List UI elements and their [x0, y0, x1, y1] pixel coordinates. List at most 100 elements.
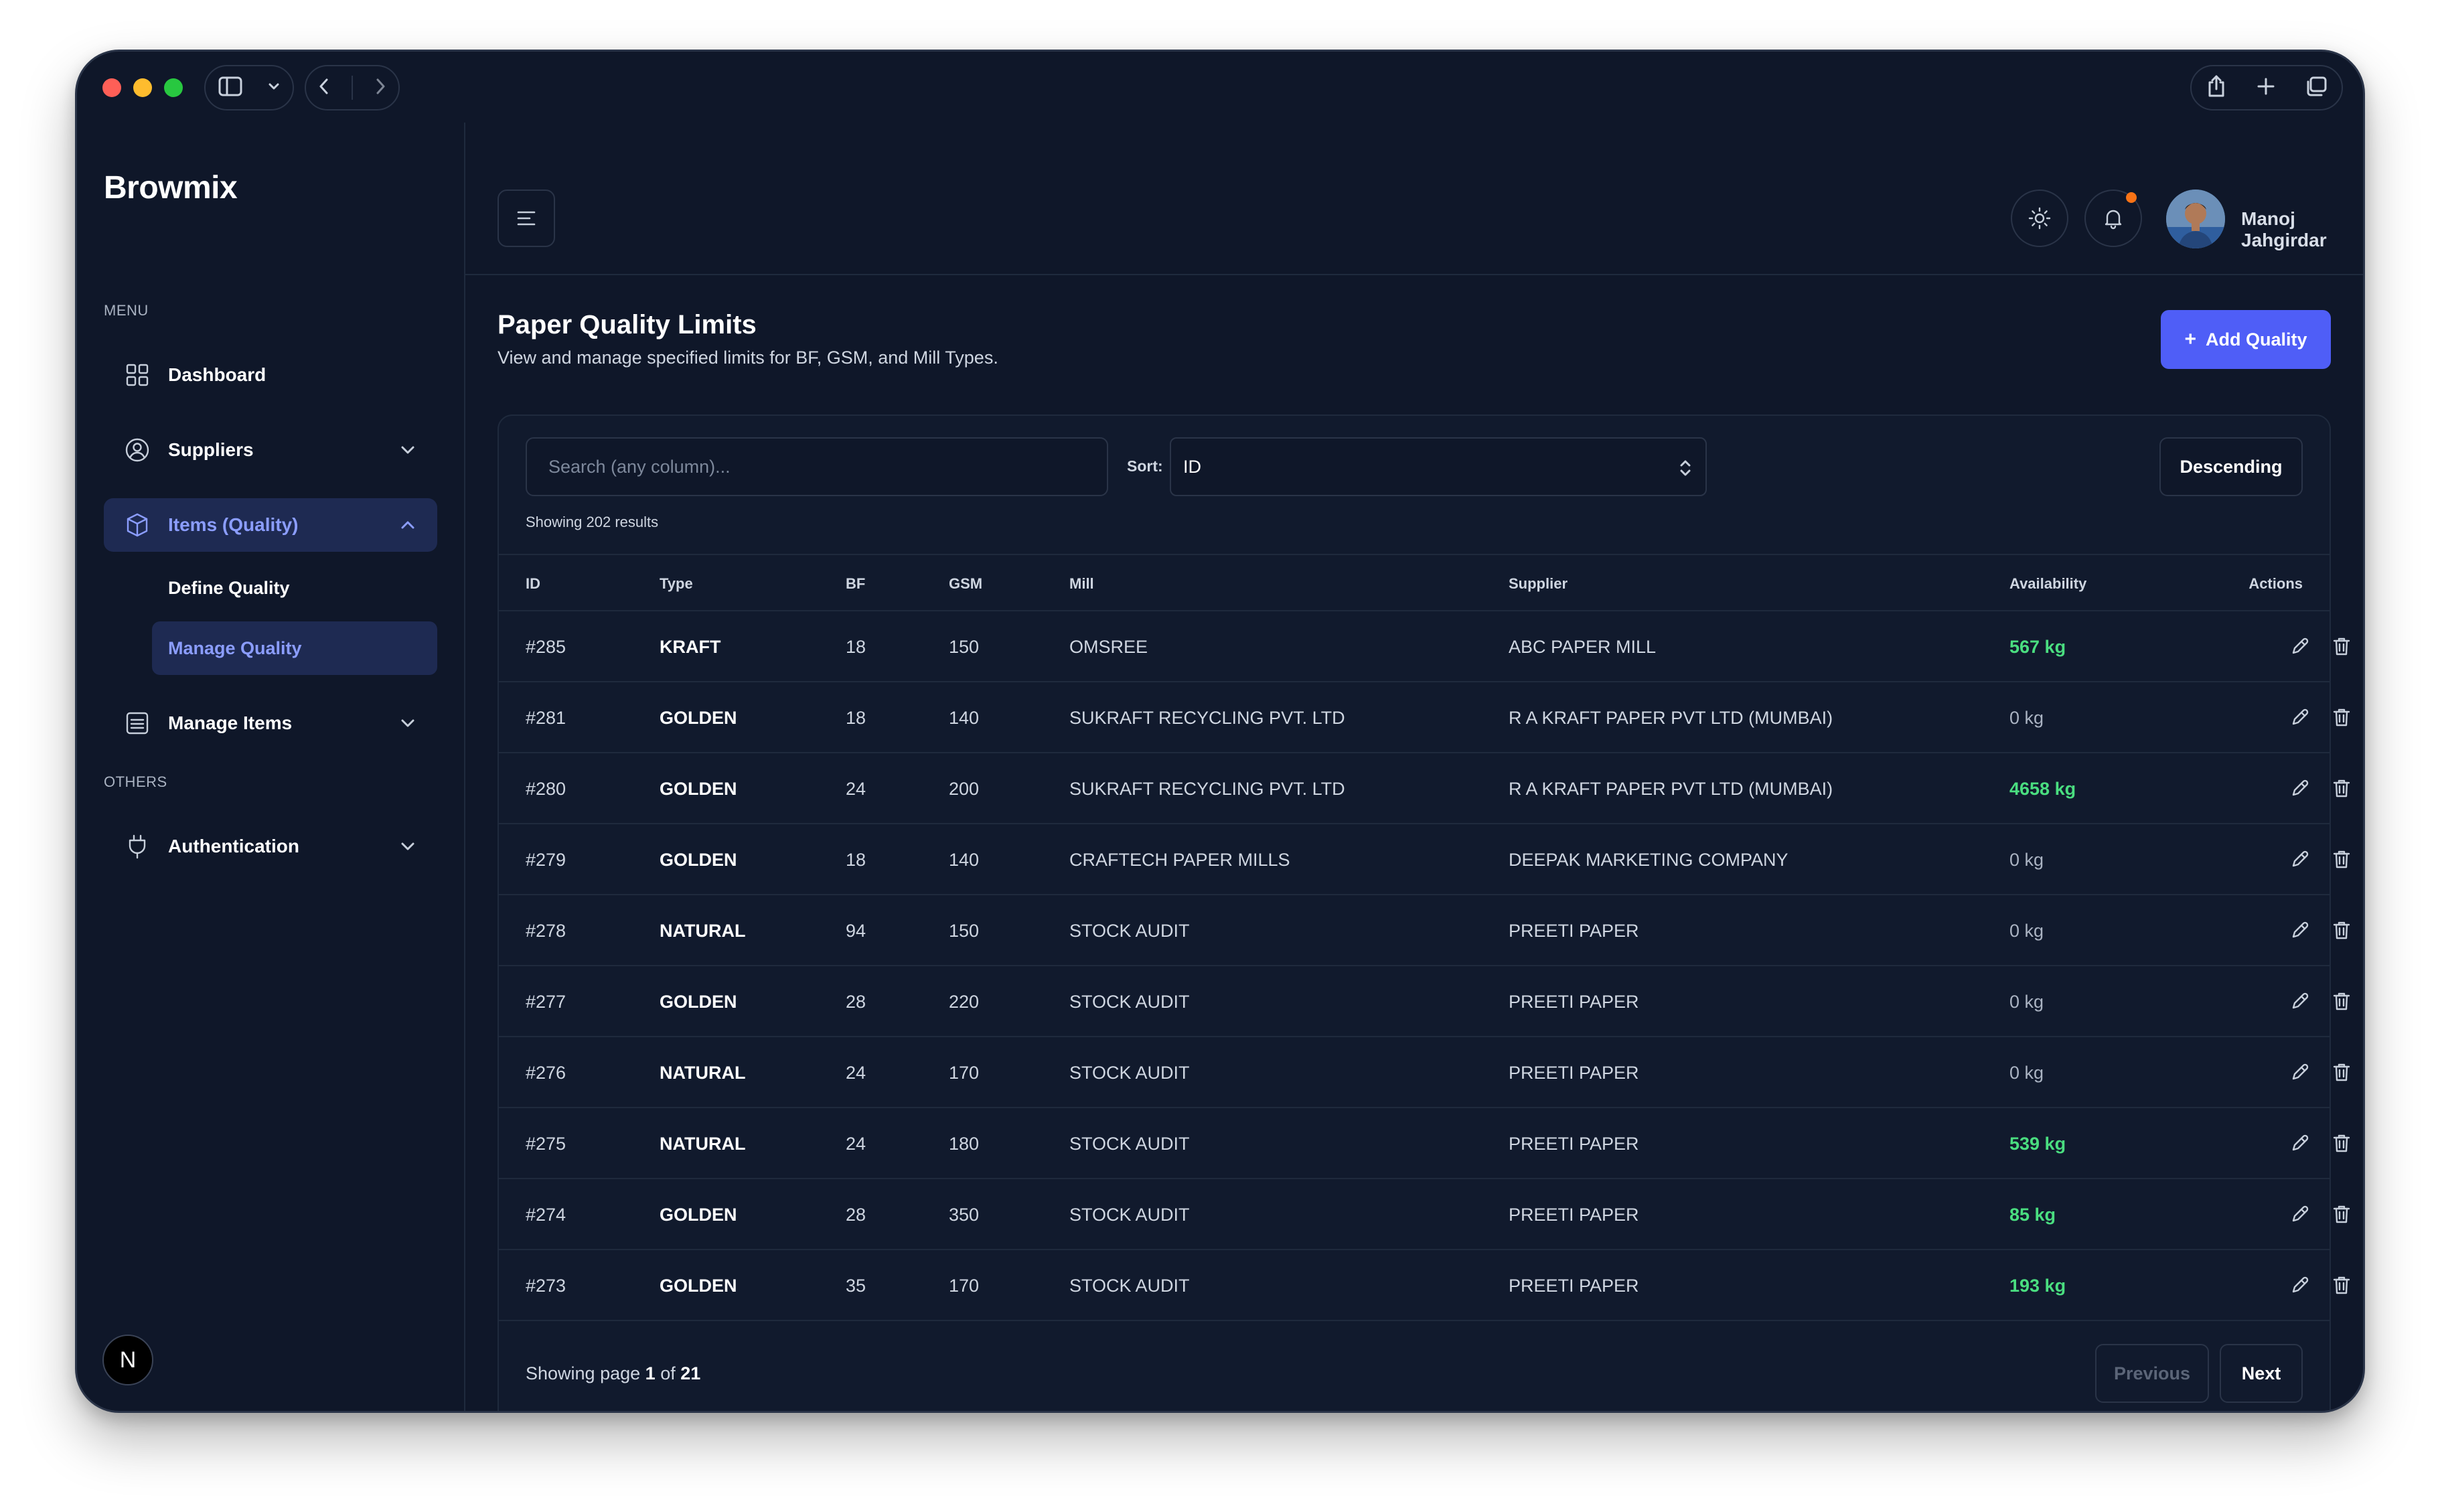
table-row[interactable]: #274 GOLDEN 28 350 STOCK AUDIT PREETI PAPER 85…: [499, 1179, 2350, 1250]
column-header-availability[interactable]: Availability: [2009, 575, 2086, 593]
cell-id: #276: [526, 1063, 566, 1083]
add-quality-button[interactable]: + Add Quality: [2161, 310, 2331, 369]
next-page-button[interactable]: Next: [2220, 1344, 2303, 1403]
framework-badge[interactable]: N: [102, 1335, 153, 1385]
table-row[interactable]: #277 GOLDEN 28 220 STOCK AUDIT PREETI PAPER 0 …: [499, 966, 2350, 1037]
edit-icon[interactable]: [2288, 705, 2312, 729]
edit-icon[interactable]: [2288, 847, 2312, 871]
sidebar-item-label: Dashboard: [168, 364, 266, 385]
chevron-down-icon: [397, 712, 418, 734]
cell-type: KRAFT: [660, 637, 721, 657]
sidebar-item-dashboard[interactable]: Dashboard: [104, 348, 437, 402]
cell-supplier: PREETI PAPER: [1509, 992, 1639, 1012]
column-header-supplier[interactable]: Supplier: [1509, 575, 1568, 593]
menu-section-label: MENU: [104, 302, 149, 319]
table-body: #285 KRAFT 18 150 OMSREE ABC PAPER MILL 567 kg…: [499, 611, 2350, 1321]
cell-availability: 539 kg: [2009, 1134, 2066, 1154]
table-row[interactable]: #273 GOLDEN 35 170 STOCK AUDIT PREETI PAPER 19…: [499, 1250, 2350, 1321]
column-header-id[interactable]: ID: [526, 575, 540, 593]
column-header-gsm[interactable]: GSM: [949, 575, 982, 593]
cell-type: GOLDEN: [660, 850, 737, 870]
sidebar-toggle-icon[interactable]: [218, 76, 243, 100]
brand-logo[interactable]: Browmix: [104, 169, 238, 206]
avatar-image: [2166, 190, 2225, 248]
share-icon[interactable]: [2206, 74, 2227, 102]
table-row[interactable]: #281 GOLDEN 18 140 SUKRAFT RECYCLING PVT. LT…: [499, 682, 2350, 753]
cell-gsm: 140: [949, 708, 980, 728]
column-header-bf[interactable]: BF: [846, 575, 865, 593]
column-header-mill[interactable]: Mill: [1069, 575, 1094, 593]
notifications-button[interactable]: [2084, 190, 2142, 247]
notification-dot: [2126, 192, 2137, 203]
edit-icon[interactable]: [2288, 1202, 2312, 1226]
sidebar: Browmix MENU Dashboard Suppliers Items (…: [77, 123, 465, 1411]
sort-order-button[interactable]: Descending: [2159, 437, 2303, 496]
cell-gsm: 170: [949, 1276, 980, 1296]
others-section-label: OTHERS: [104, 773, 167, 790]
table-row[interactable]: #280 GOLDEN 24 200 SUKRAFT RECYCLING PVT. LT…: [499, 753, 2350, 824]
sidebar-subitem-label: Define Quality: [168, 577, 290, 598]
cell-availability: 0 kg: [2009, 1063, 2044, 1083]
cell-gsm: 350: [949, 1205, 980, 1225]
back-icon[interactable]: [316, 76, 332, 100]
theme-toggle-button[interactable]: [2011, 190, 2068, 247]
new-tab-icon[interactable]: [2256, 76, 2276, 100]
cell-type: NATURAL: [660, 921, 746, 941]
trash-icon[interactable]: [2330, 1273, 2354, 1297]
cell-availability: 85 kg: [2009, 1205, 2056, 1225]
forward-icon[interactable]: [372, 76, 388, 100]
tabs-overview-icon[interactable]: [2305, 76, 2328, 100]
sidebar-item-label: Items (Quality): [168, 514, 299, 535]
previous-page-button[interactable]: Previous: [2095, 1344, 2209, 1403]
edit-icon[interactable]: [2288, 634, 2312, 658]
trash-icon[interactable]: [2330, 1131, 2354, 1155]
sort-value: ID: [1183, 456, 1201, 477]
sidebar-item-suppliers[interactable]: Suppliers: [104, 423, 437, 477]
cell-mill: STOCK AUDIT: [1069, 1063, 1190, 1083]
user-name[interactable]: Manoj Jahgirdar: [2241, 208, 2363, 251]
sort-select[interactable]: ID: [1170, 437, 1707, 496]
trash-icon[interactable]: [2330, 1060, 2354, 1084]
cell-id: #275: [526, 1134, 566, 1154]
table-row[interactable]: #275 NATURAL 24 180 STOCK AUDIT PREETI PAPER 5…: [499, 1108, 2350, 1179]
trash-icon[interactable]: [2330, 776, 2354, 800]
trash-icon[interactable]: [2330, 989, 2354, 1013]
sidebar-item-manage-items[interactable]: Manage Items: [104, 696, 437, 750]
add-quality-label: Add Quality: [2206, 329, 2307, 350]
table-row[interactable]: #276 NATURAL 24 170 STOCK AUDIT PREETI PAPER 0…: [499, 1037, 2350, 1108]
edit-icon[interactable]: [2288, 776, 2312, 800]
column-header-type[interactable]: Type: [660, 575, 693, 593]
edit-icon[interactable]: [2288, 1273, 2312, 1297]
page-title: Paper Quality Limits: [498, 310, 757, 339]
edit-icon[interactable]: [2288, 1060, 2312, 1084]
pagination-prefix: Showing page: [526, 1363, 641, 1383]
sidebar-item-items-quality[interactable]: Items (Quality): [104, 498, 437, 552]
maximize-window-button[interactable]: [164, 78, 183, 97]
cell-supplier: DEEPAK MARKETING COMPANY: [1509, 850, 1788, 870]
edit-icon[interactable]: [2288, 1131, 2312, 1155]
search-input[interactable]: Search (any column)...: [526, 437, 1108, 496]
minimize-window-button[interactable]: [133, 78, 152, 97]
cell-mill: SUKRAFT RECYCLING PVT. LTD: [1069, 779, 1345, 799]
edit-icon[interactable]: [2288, 989, 2312, 1013]
trash-icon[interactable]: [2330, 634, 2354, 658]
table-row[interactable]: #285 KRAFT 18 150 OMSREE ABC PAPER MILL 567 kg: [499, 611, 2350, 682]
trash-icon[interactable]: [2330, 918, 2354, 942]
chevron-down-icon: [397, 439, 418, 461]
close-window-button[interactable]: [102, 78, 121, 97]
sidebar-subitem-define-quality[interactable]: Define Quality: [152, 561, 437, 615]
edit-icon[interactable]: [2288, 918, 2312, 942]
chevron-down-icon[interactable]: [266, 79, 281, 97]
menu-toggle-button[interactable]: [498, 190, 555, 247]
sidebar-subitem-manage-quality[interactable]: Manage Quality: [152, 621, 437, 675]
table-row[interactable]: #279 GOLDEN 18 140 CRAFTECH PAPER MILLS DEEPA…: [499, 824, 2350, 895]
trash-icon[interactable]: [2330, 847, 2354, 871]
sidebar-item-authentication[interactable]: Authentication: [104, 820, 437, 873]
avatar[interactable]: [2166, 190, 2225, 248]
trash-icon[interactable]: [2330, 1202, 2354, 1226]
table-row[interactable]: #278 NATURAL 94 150 STOCK AUDIT PREETI PAPER 0…: [499, 895, 2350, 966]
cell-mill: OMSREE: [1069, 637, 1148, 657]
sidebar-subitem-label: Manage Quality: [168, 637, 302, 658]
cell-availability: 0 kg: [2009, 921, 2044, 941]
trash-icon[interactable]: [2330, 705, 2354, 729]
